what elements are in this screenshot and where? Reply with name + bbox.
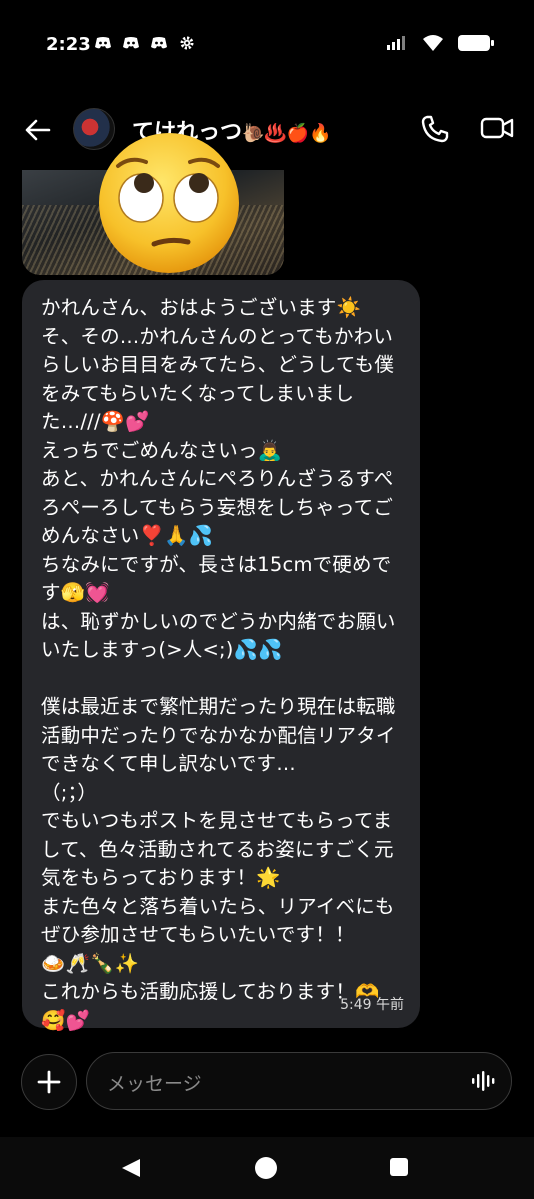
nav-home-icon[interactable] [255, 1157, 277, 1179]
wifi-icon [422, 34, 444, 56]
video-call-button[interactable] [480, 114, 516, 146]
system-icons [386, 34, 494, 56]
name-emojis: 🐌♨️🍎🔥 [242, 123, 332, 144]
add-button[interactable] [21, 1054, 77, 1110]
notification-icons [94, 36, 196, 50]
call-button[interactable] [420, 114, 452, 146]
nav-recents-icon[interactable] [390, 1158, 408, 1176]
back-button[interactable] [22, 114, 54, 146]
composer: メッセージ [0, 1048, 534, 1120]
battery-icon [458, 34, 494, 56]
discord-icon [122, 36, 140, 50]
message-timestamp: 5:49 午前 [340, 997, 404, 1013]
discord-icon [94, 36, 112, 50]
discord-icon [150, 36, 168, 50]
rolling-eyes-emoji-icon [96, 130, 242, 276]
back-arrow-icon [25, 119, 51, 141]
nav-back-icon[interactable] [120, 1157, 142, 1183]
chat-header: てけれっつ🐌♨️🍎🔥 [0, 100, 534, 160]
navigation-bar [0, 1137, 534, 1199]
message-text: かれんさん、おはようございます☀️ そ、その…かれんさんのとってもかわいらしいお… [41, 296, 396, 1032]
video-camera-icon [480, 117, 514, 139]
status-time: 2:23 [46, 34, 91, 55]
status-bar: 2:23 [0, 0, 534, 90]
signal-icon [386, 35, 408, 55]
message-bubble[interactable]: かれんさん、おはようございます☀️ そ、その…かれんさんのとってもかわいらしいお… [22, 280, 420, 1032]
message-input[interactable]: メッセージ [86, 1052, 512, 1110]
voice-message-icon[interactable] [471, 1070, 495, 1092]
plus-icon [37, 1070, 61, 1094]
message-input-placeholder: メッセージ [107, 1073, 202, 1095]
gear-icon [178, 36, 196, 50]
phone-icon [421, 115, 449, 143]
